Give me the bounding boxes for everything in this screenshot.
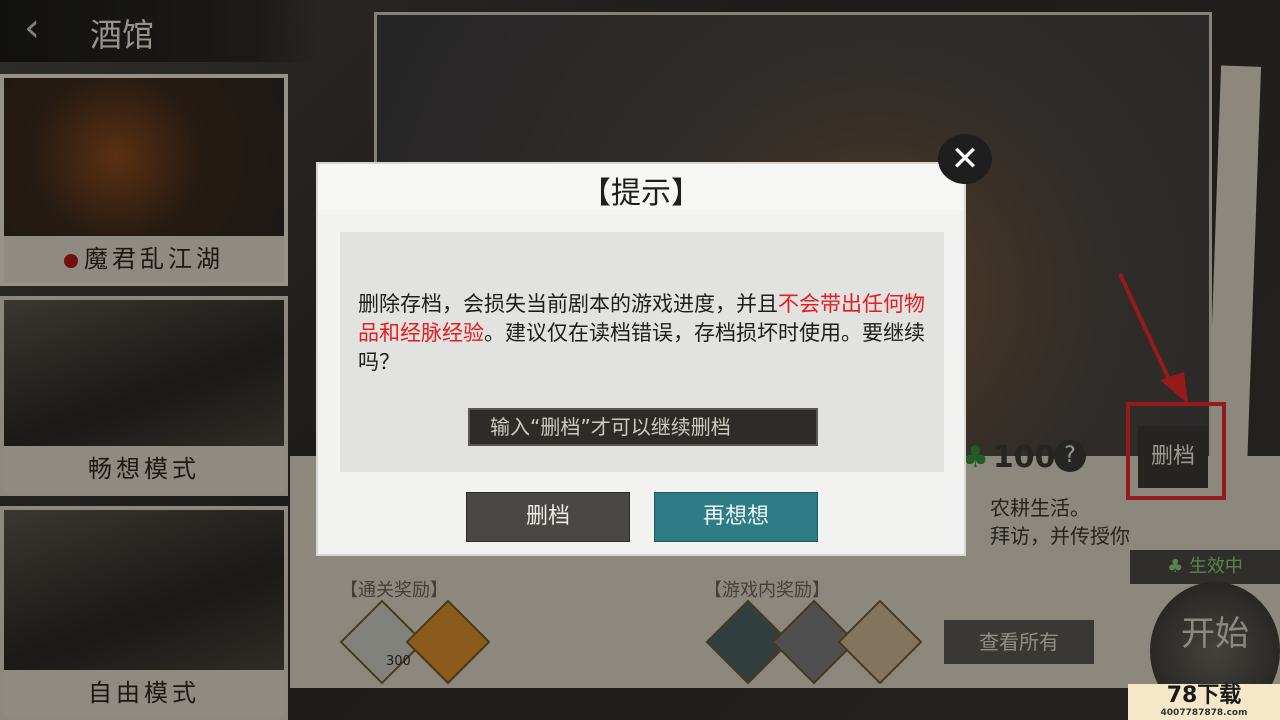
delete-button[interactable]: 删档: [466, 492, 630, 542]
watermark-logo: 78下载 4007787878.com: [1128, 684, 1280, 720]
confirm-dialog: 【提示】 删除存档，会损失当前剧本的游戏进度，并且不会带出任何物品和经脉经验。建…: [316, 162, 966, 556]
dialog-message: 删除存档，会损失当前剧本的游戏进度，并且不会带出任何物品和经脉经验。建议仅在读档…: [358, 292, 925, 374]
dialog-title: 【提示】: [581, 176, 701, 211]
dialog-body: 删除存档，会损失当前剧本的游戏进度，并且不会带出任何物品和经脉经验。建议仅在读档…: [340, 232, 944, 472]
rethink-button[interactable]: 再想想: [654, 492, 818, 542]
close-icon[interactable]: ✕: [938, 134, 992, 184]
confirm-text-input[interactable]: 输入“删档”才可以继续删档: [468, 408, 818, 446]
